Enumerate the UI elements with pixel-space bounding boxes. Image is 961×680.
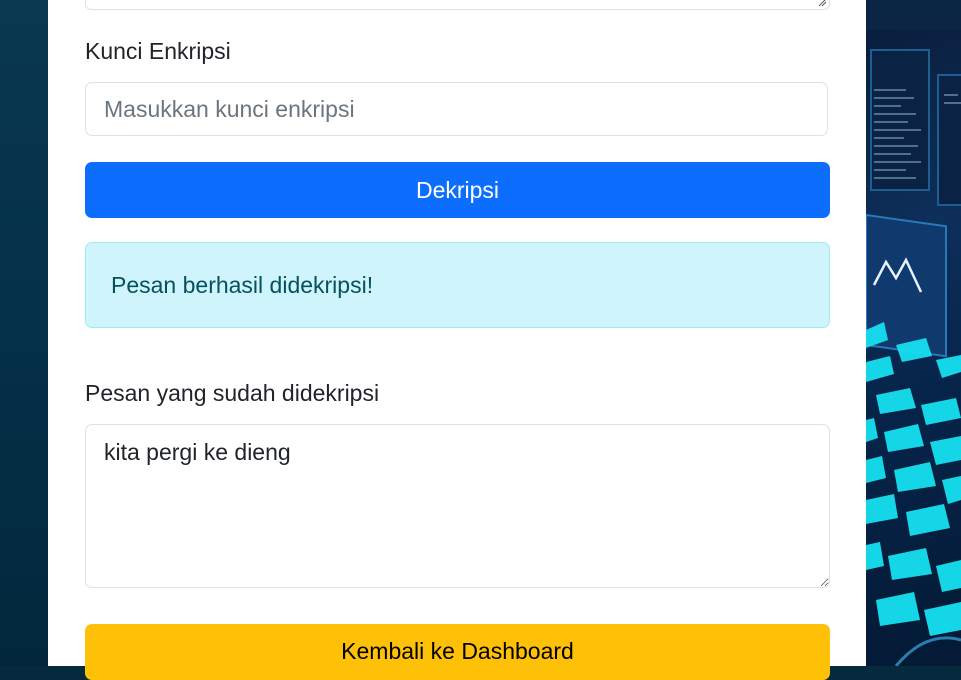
background-left [0,0,48,666]
decrypt-button[interactable]: Dekripsi [85,162,830,218]
back-to-dashboard-button[interactable]: Kembali ke Dashboard [85,624,830,680]
resize-handle-icon[interactable] [817,0,827,7]
background-decoration [866,0,961,666]
key-input[interactable] [85,82,828,136]
encrypted-message-textarea[interactable] [85,0,830,10]
alert-message: Pesan berhasil didekripsi! [111,271,374,298]
cyber-background-graphic [866,0,961,666]
decrypted-message-textarea[interactable]: kita pergi ke dieng [85,424,830,588]
success-alert: Pesan berhasil didekripsi! [85,242,830,328]
result-label: Pesan yang sudah didekripsi [85,380,380,406]
decrypt-form-card: Kunci Enkripsi Dekripsi Pesan berhasil d… [48,0,866,680]
key-label: Kunci Enkripsi [85,38,231,64]
